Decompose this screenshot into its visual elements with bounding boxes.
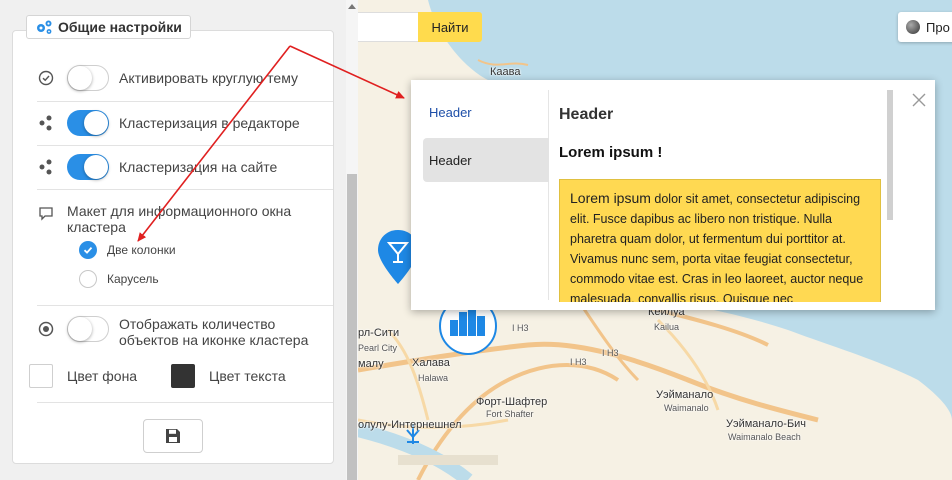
round-theme-label: Активировать круглую тему [119, 70, 298, 86]
scrollbar[interactable] [346, 0, 358, 480]
settings-card: Активировать круглую тему Кластеризация … [12, 30, 334, 464]
map-label: Pearl City [358, 343, 398, 353]
scrollbar-thumb[interactable] [347, 174, 357, 480]
map-search-input[interactable] [358, 12, 418, 42]
text-color-swatch[interactable] [171, 364, 195, 388]
bg-color-label: Цвет фона [67, 368, 138, 384]
radio-carousel[interactable]: Карусель [79, 270, 159, 288]
map-label: Halawa [418, 373, 449, 383]
editor-clustering-row: Кластеризация в редакторе [37, 110, 333, 136]
radio-two-columns-label: Две колонки [107, 243, 176, 257]
cluster-layout-label: Макет для информационного окна кластера [67, 203, 292, 235]
map-label: Каава [490, 66, 521, 78]
balloon-heading: Header [559, 106, 614, 123]
show-count-toggle[interactable] [67, 316, 109, 342]
balloon-scrollbar[interactable] [887, 90, 893, 220]
cluster-icon [37, 114, 55, 132]
target-icon [37, 320, 55, 338]
check-circle-icon [37, 69, 55, 87]
close-icon[interactable] [911, 92, 927, 108]
round-theme-toggle[interactable] [67, 65, 109, 91]
cluster-icon [37, 158, 55, 176]
map-label: малу [358, 358, 384, 370]
map-layers-label: Про [926, 19, 950, 35]
balloon-body-text: dolor sit amet, consectetur adipiscing e… [570, 192, 864, 302]
map-label: Уэйманало-Бич [726, 418, 807, 430]
globe-icon [906, 20, 920, 34]
map-layers-button[interactable]: Про [898, 12, 952, 42]
balloon-tabs: Header Header [423, 90, 549, 300]
settings-title: Общие настройки [26, 15, 191, 39]
radio-carousel-label: Карусель [107, 272, 159, 286]
floppy-icon [166, 429, 180, 443]
highway-label: I H3 [602, 348, 619, 358]
balloon-body-lead: Lorem ipsum [570, 190, 651, 206]
balloon-tab-1[interactable]: Header [423, 90, 549, 134]
editor-clustering-label: Кластеризация в редакторе [119, 115, 300, 131]
find-button[interactable]: Найти [418, 12, 482, 42]
cluster-balloon: Header Header Header Lorem ipsum ! Lorem… [411, 80, 935, 310]
text-color-row: Цвет текста [171, 364, 311, 388]
map-label: рл-Сити [358, 327, 400, 339]
map-label: Waimanalo Beach [728, 432, 801, 442]
scroll-up-icon[interactable] [348, 4, 356, 9]
map-label: Kailua [654, 322, 680, 332]
map-label: Fort Shafter [486, 409, 534, 419]
map-label: Халава [412, 357, 450, 369]
editor-clustering-toggle[interactable] [67, 110, 109, 136]
divider [37, 189, 333, 190]
radio-two-columns[interactable]: Две колонки [79, 241, 176, 259]
divider [37, 145, 333, 146]
balloon-content: Header Lorem ipsum ! Lorem ipsum dolor s… [559, 90, 885, 302]
settings-panel: Активировать круглую тему Кластеризация … [0, 0, 346, 480]
site-clustering-toggle[interactable] [67, 154, 109, 180]
radio-unchecked-icon[interactable] [79, 270, 97, 288]
show-count-label: Отображать количество объектов на иконке… [119, 316, 309, 348]
show-count-row: Отображать количество объектов на иконке… [37, 316, 333, 348]
balloon-tab-2[interactable]: Header [423, 138, 549, 182]
gears-icon [37, 20, 52, 34]
map-label: олулу-Интернешнел [358, 419, 462, 431]
divider [37, 101, 333, 102]
map-label: Форт-Шафтер [476, 396, 548, 408]
cluster-layout-row: Макет для информационного окна кластера [37, 203, 333, 235]
text-color-label: Цвет текста [209, 368, 286, 384]
bg-color-swatch[interactable] [29, 364, 53, 388]
save-button[interactable] [143, 419, 203, 453]
highway-label: I H3 [570, 357, 587, 367]
settings-title-text: Общие настройки [58, 19, 182, 35]
highway-label: I H3 [512, 323, 529, 333]
divider [37, 402, 333, 403]
site-clustering-label: Кластеризация на сайте [119, 159, 278, 175]
balloon-body: Lorem ipsum dolor sit amet, consectetur … [559, 179, 881, 302]
round-theme-row: Активировать круглую тему [37, 65, 333, 91]
map-label: Waimanalo [664, 403, 709, 413]
divider [37, 305, 333, 306]
site-clustering-row: Кластеризация на сайте [37, 154, 333, 180]
radio-checked-icon[interactable] [79, 241, 97, 259]
balloon-subheading: Lorem ipsum ! [559, 144, 663, 161]
comment-icon [37, 204, 55, 222]
map-label: Уэйманало [656, 389, 714, 401]
